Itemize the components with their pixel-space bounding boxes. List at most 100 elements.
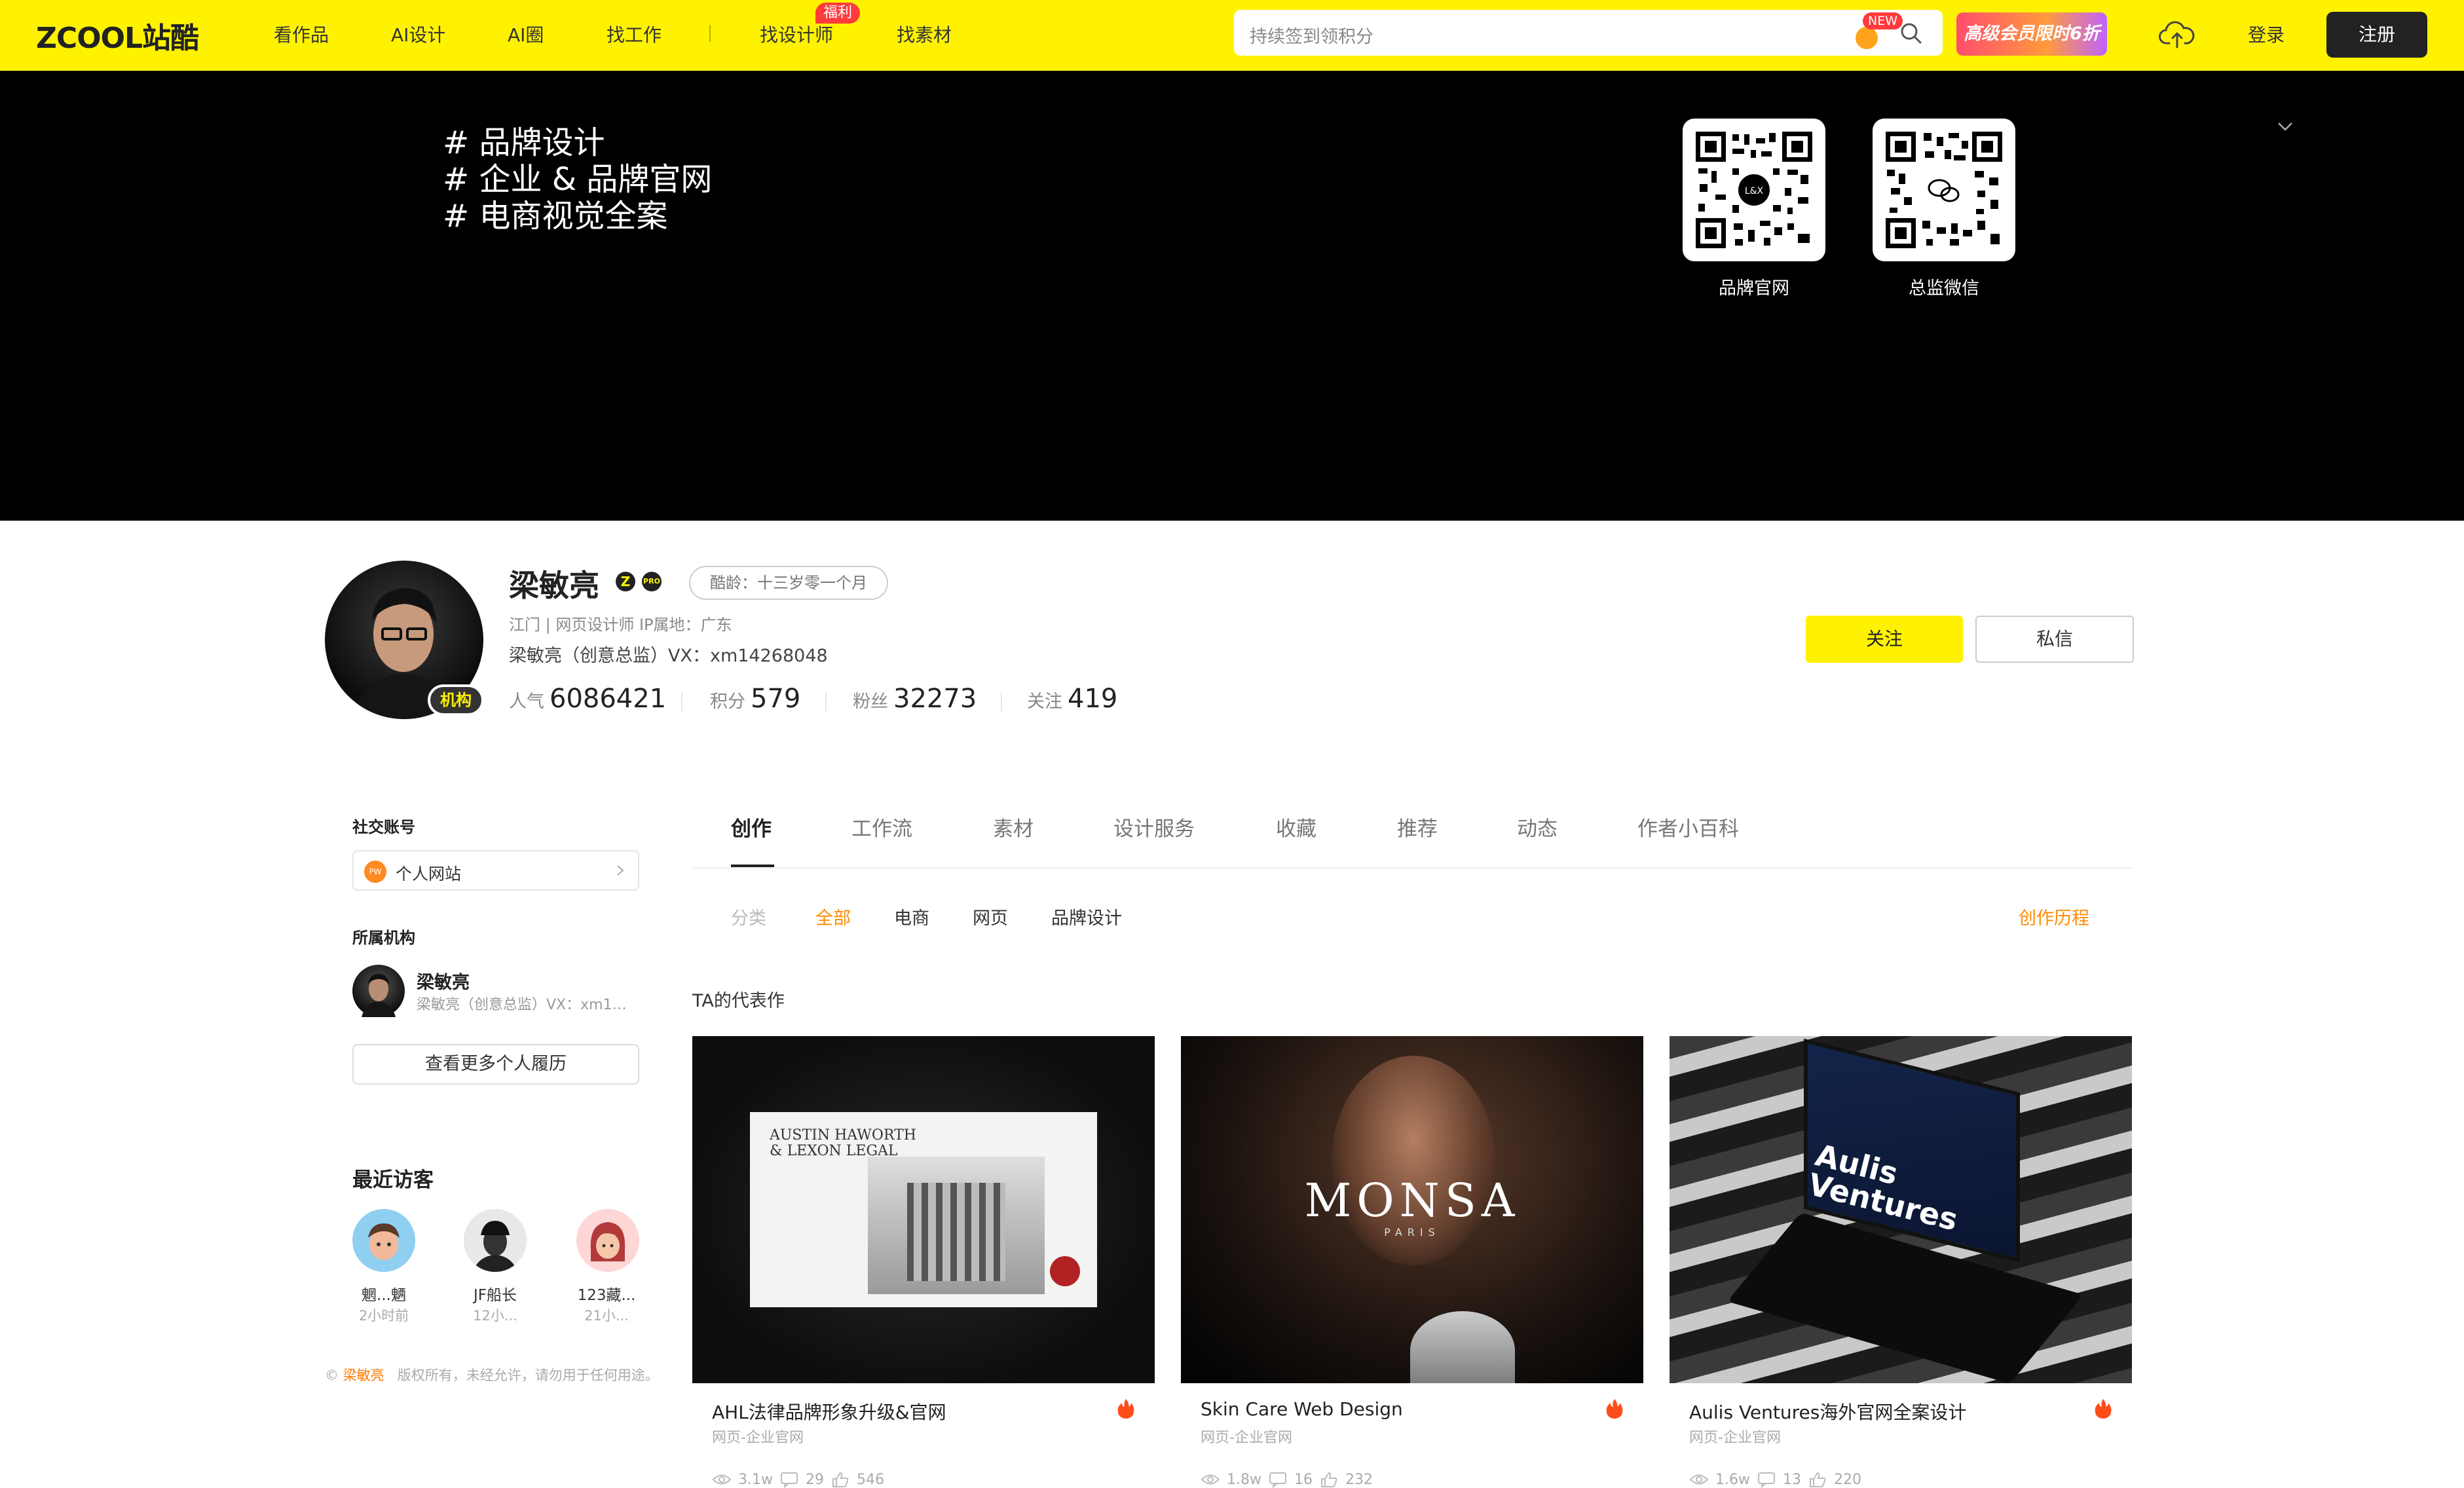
- website-icon: PW: [364, 861, 386, 883]
- work-stats: 1.6w 13 220: [1689, 1471, 1861, 1488]
- search-box[interactable]: 持续签到领积分 NEW: [1234, 10, 1943, 56]
- stat-value: 32273: [893, 684, 977, 714]
- coin-icon[interactable]: [1856, 27, 1878, 49]
- visitor-avatar[interactable]: [352, 1209, 415, 1272]
- view-resume-button[interactable]: 查看更多个人履历: [352, 1044, 639, 1085]
- work-thumbnail[interactable]: AUSTIN HAWORTH & LEXON LEGAL: [692, 1036, 1155, 1383]
- nav-item-ai-circle[interactable]: AI圈: [508, 21, 544, 47]
- fire-icon: [1117, 1399, 1134, 1419]
- view-count: 3.1w: [738, 1471, 773, 1488]
- nav-item-ai-design[interactable]: AI设计: [391, 21, 445, 47]
- personal-website-link[interactable]: PW 个人网站: [352, 850, 639, 891]
- comment-count: 16: [1294, 1471, 1313, 1488]
- visitor-name[interactable]: 魍...魉: [345, 1282, 423, 1305]
- stat-divider: [825, 693, 827, 711]
- thumbs-up-icon: [1320, 1472, 1337, 1487]
- active-tab-indicator: [731, 865, 774, 867]
- copyright-text: 版权所有，未经允许，请勿用于任何用途。: [397, 1367, 659, 1383]
- work-title[interactable]: Aulis Ventures海外官网全案设计: [1689, 1398, 1966, 1424]
- work-category: 网页-企业官网: [712, 1430, 804, 1446]
- view-count: 1.8w: [1227, 1471, 1261, 1488]
- filter-ecommerce[interactable]: 电商: [894, 904, 929, 929]
- work-card[interactable]: Aulis Ventures Aulis Ventures海外官网全案设计 网页…: [1670, 1036, 2132, 1488]
- qr-code-wechat: [1873, 119, 2015, 261]
- creation-history-link[interactable]: 创作历程: [2019, 904, 2089, 929]
- stat-value: 419: [1068, 684, 1118, 714]
- like-count: 546: [856, 1471, 884, 1488]
- person-portrait-icon: [464, 1209, 527, 1272]
- fire-icon: [2095, 1399, 2112, 1419]
- nav-item-works[interactable]: 看作品: [274, 21, 329, 47]
- nav-item-jobs[interactable]: 找工作: [607, 21, 662, 47]
- tab-activity[interactable]: 动态: [1517, 812, 1558, 842]
- mockup-screen: AUSTIN HAWORTH & LEXON LEGAL: [750, 1112, 1097, 1307]
- stat-label: 粉丝: [853, 692, 888, 712]
- eye-icon: [1689, 1474, 1709, 1485]
- tab-divider: [693, 867, 2134, 868]
- visitor-name[interactable]: 123藏...: [567, 1282, 646, 1305]
- org-name[interactable]: 梁敏亮: [417, 968, 470, 994]
- comment-icon: [1269, 1472, 1286, 1488]
- visitor-time: 2小时前: [358, 1308, 409, 1324]
- filter-all[interactable]: 全部: [815, 904, 851, 929]
- stat-value: 6086421: [550, 684, 667, 714]
- vip-promo-button[interactable]: 高级会员限时6折: [1956, 12, 2107, 56]
- visitor-name[interactable]: JF船长: [456, 1282, 534, 1305]
- profile-bio: 梁敏亮（创意总监）VX：xm14268048: [509, 646, 828, 666]
- comment-icon: [780, 1472, 798, 1488]
- work-thumbnail[interactable]: Aulis Ventures: [1670, 1036, 2132, 1383]
- representative-works-heading: TA的代表作: [692, 991, 785, 1011]
- work-thumbnail[interactable]: MONSA PARIS: [1181, 1036, 1643, 1383]
- top-nav: ZCOOL站酷 看作品 AI设计 AI圈 找工作 找设计师 福利 找素材 持续签…: [0, 0, 2464, 71]
- work-card[interactable]: MONSA PARIS Skin Care Web Design 网页-企业官网…: [1181, 1036, 1643, 1488]
- nav-item-materials[interactable]: 找素材: [897, 21, 952, 47]
- profile-banner: # 品牌设计 # 企业 & 品牌官网 # 电商视觉全案 L&X 品牌官网 总监微…: [0, 71, 2464, 521]
- tab-favorites[interactable]: 收藏: [1276, 812, 1316, 842]
- account-age: 酷龄：十三岁零一个月: [689, 566, 888, 600]
- search-input[interactable]: 持续签到领积分: [1250, 22, 1373, 48]
- visitor-avatar[interactable]: [464, 1209, 527, 1272]
- banner-tag: # 电商视觉全案: [443, 198, 668, 234]
- pro-badge-icon[interactable]: PRO: [642, 572, 662, 591]
- z-badge-icon[interactable]: Z: [616, 572, 635, 591]
- stat-fans[interactable]: 粉丝 32273: [853, 684, 977, 714]
- register-button[interactable]: 注册: [2326, 12, 2427, 58]
- stat-following[interactable]: 关注 419: [1027, 684, 1117, 714]
- building-facade: [907, 1183, 1005, 1281]
- work-category: 网页-企业官网: [1201, 1430, 1292, 1446]
- visitor-avatar[interactable]: [576, 1209, 639, 1272]
- zcool-logo[interactable]: ZCOOL站酷: [36, 17, 199, 55]
- eye-icon: [712, 1474, 732, 1485]
- tab-materials[interactable]: 素材: [993, 812, 1034, 842]
- copyright-mark: ©: [325, 1367, 339, 1383]
- work-title[interactable]: Skin Care Web Design: [1201, 1398, 1403, 1420]
- tab-recommended[interactable]: 推荐: [1397, 812, 1438, 842]
- upload-icon[interactable]: [2159, 17, 2195, 54]
- work-category: 网页-企业官网: [1689, 1430, 1781, 1446]
- copyright-owner[interactable]: 梁敏亮: [343, 1367, 384, 1383]
- follow-button[interactable]: 关注: [1806, 616, 1963, 663]
- nav-divider: [709, 25, 711, 42]
- login-link[interactable]: 登录: [2248, 21, 2285, 47]
- filter-brand-design[interactable]: 品牌设计: [1051, 904, 1122, 929]
- org-description: 梁敏亮（创意总监）VX：xm1…: [417, 997, 627, 1013]
- comment-icon: [1757, 1472, 1775, 1488]
- stat-divider: [1001, 693, 1002, 711]
- filter-web[interactable]: 网页: [973, 904, 1008, 929]
- work-stats: 1.8w 16 232: [1201, 1471, 1373, 1488]
- work-title[interactable]: AHL法律品牌形象升级&官网: [712, 1398, 946, 1424]
- org-avatar[interactable]: [352, 965, 405, 1017]
- tab-design-services[interactable]: 设计服务: [1113, 812, 1195, 842]
- work-card[interactable]: AUSTIN HAWORTH & LEXON LEGAL AHL法律品牌形象升级…: [692, 1036, 1155, 1488]
- tab-workflow[interactable]: 工作流: [851, 812, 912, 842]
- brand-wordmark: MONSA: [1304, 1174, 1520, 1227]
- social-accounts-heading: 社交账号: [352, 818, 415, 836]
- qr-code-icon: [1886, 132, 2002, 248]
- chevron-down-icon[interactable]: [2274, 115, 2296, 138]
- nav-item-find-designer[interactable]: 找设计师: [760, 21, 833, 47]
- message-button[interactable]: 私信: [1975, 616, 2134, 663]
- search-icon[interactable]: [1898, 20, 1924, 46]
- tab-author-wiki[interactable]: 作者小百科: [1637, 812, 1739, 842]
- thumbs-up-icon: [832, 1472, 849, 1487]
- tab-creations[interactable]: 创作: [731, 812, 772, 842]
